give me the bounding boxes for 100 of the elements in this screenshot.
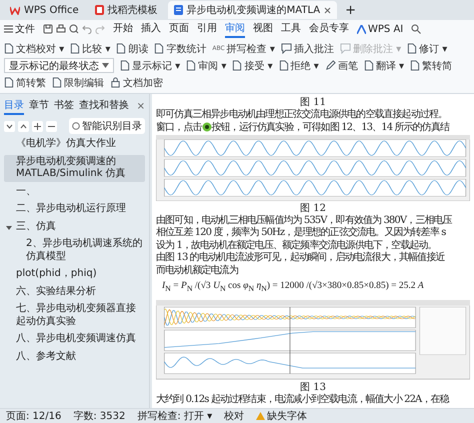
wps-ai-button[interactable]: WPS AI [368, 24, 404, 34]
circle-icon [72, 122, 80, 130]
close-icon[interactable] [324, 6, 332, 14]
remove-button[interactable] [46, 120, 57, 132]
paragraph-line: 窗口，点击 [156, 122, 202, 134]
menu-tab[interactable]: 插入 [141, 20, 161, 38]
ribbon-button[interactable]: 朗读 [116, 41, 148, 56]
collapse-button[interactable] [4, 120, 15, 132]
document-icon [174, 5, 183, 15]
document-icon [116, 43, 126, 54]
figure-caption: 图 11 [299, 96, 327, 108]
ribbon-button[interactable]: 简转繁 [4, 75, 46, 90]
document-icon [154, 43, 164, 54]
menu-tab[interactable]: 开始 [113, 20, 133, 38]
document-icon [52, 77, 62, 88]
new-tab-button[interactable]: + [341, 2, 360, 18]
missing-fonts-status[interactable]: 缺失字体 [267, 409, 308, 423]
ribbon-button[interactable]: 繁转简 [410, 58, 452, 73]
toc-item[interactable]: 异步电动机变频调速的 MATLAB/Simulink 仿真 [4, 154, 145, 182]
ribbon-button[interactable]: 翻译 ▾ [364, 58, 404, 73]
ribbon-button[interactable]: 限制编辑 [52, 75, 104, 90]
paragraph-line: 设为 1，故电动机在额定电压、额定频率交流电源供电下，空载起动。 [156, 240, 438, 252]
comment-icon [280, 43, 292, 54]
ribbon-button[interactable]: 显示标记 ▾ [120, 58, 180, 73]
formula: I$_{N}$ = P$_{N}$ /(√3 U$_{N}$ cos φ$_{N}$ η$_{N}$) = 12000 /(√3×380×0.85×0.85) = 25.2 A [161, 280, 424, 296]
document-icon [120, 60, 130, 71]
toc-item[interactable]: 六、实验结果分析 [4, 284, 145, 299]
dropdown-arrow-icon [102, 63, 109, 68]
template-icon [94, 5, 104, 15]
warning-icon [256, 412, 266, 420]
app-logo-icon [10, 6, 20, 14]
toc-item[interactable]: 八、异步电机变频调速仿真 [4, 332, 145, 346]
ribbon-button[interactable]: 接受 ▾ [232, 58, 273, 73]
chevron-down-icon [6, 124, 13, 128]
paragraph-line: 按钮，运行仿真实验，可得如图 12、13、14 所示的仿真结 [212, 122, 451, 134]
document-icon [186, 60, 196, 71]
ribbon-button[interactable]: 插入批注 [280, 41, 334, 56]
document-icon [410, 60, 420, 71]
document-tab[interactable]: 找稻壳模板 [88, 1, 164, 19]
expand-button[interactable] [18, 120, 29, 132]
document-icon [407, 43, 418, 54]
ribbon-button[interactable]: 修订 ▾ [407, 41, 448, 56]
paragraph-line: 由图 13 的电动机电流波形可见，起动瞬间，启动电流很大，其幅值接近 [156, 252, 446, 264]
toc-item[interactable]: 一、 [4, 184, 145, 199]
toc-item[interactable]: 八、参考文献 [4, 350, 145, 364]
toc-item[interactable]: 2、异步电动机调速系统的仿真模型 [4, 237, 145, 264]
paragraph-line: 而电动机额定电流为 [156, 264, 239, 278]
expand-arrow-icon[interactable] [6, 225, 12, 232]
menu-tab[interactable]: 会员专享 [309, 20, 349, 38]
status-item[interactable]: 页面: 12/16 [6, 409, 62, 423]
status-item[interactable]: 拼写检查: 打开 ▾ [137, 409, 212, 423]
add-button[interactable] [32, 120, 43, 132]
preview-icon[interactable] [69, 24, 79, 34]
toc-item[interactable]: 《电机学》仿真大作业 [4, 137, 145, 152]
comment-icon [340, 43, 351, 54]
status-item[interactable]: 校对 [224, 409, 244, 423]
document-tab[interactable]: WPS Office [4, 1, 85, 19]
document-icon [4, 43, 14, 54]
close-button[interactable]: × [136, 101, 145, 112]
ai-icon [357, 24, 366, 34]
ribbon-button[interactable]: 字数统计 [154, 41, 206, 56]
search-icon[interactable] [411, 24, 422, 34]
paragraph-line: 由图可知，电动机三相电压幅值均为 535V，即有效值为 380V，三相电压 [156, 214, 454, 226]
ribbon-button[interactable]: 文档加密 [110, 75, 163, 90]
panel-tab[interactable]: 章节 [29, 98, 49, 115]
toc-item[interactable]: plot(phid，phiq) [4, 267, 145, 282]
document-icon [232, 60, 242, 71]
paragraph-line: 相位互差 120 度，频率为 50Hz，是理想的正弦交流电。又因为转差率 s [156, 227, 447, 240]
paragraph-line: 即可仿真三相异步电动机由理想正弦交流电源供电的空载直接起动过程。 [156, 109, 448, 122]
file-menu[interactable]: 文件 [15, 22, 35, 36]
menu-tab[interactable]: 工具 [281, 20, 301, 38]
status-item[interactable]: 字数: 3532 [73, 409, 126, 423]
chevron-up-icon [20, 124, 27, 128]
menu-tab[interactable]: 引用 [197, 20, 217, 38]
menu-tab[interactable]: 页面 [169, 20, 189, 38]
panel-tab[interactable]: 目录 [4, 98, 24, 115]
plus-icon [34, 122, 41, 130]
save-icon[interactable] [43, 24, 53, 34]
ribbon-button[interactable]: 比较 ▾ [70, 41, 110, 56]
smart-toc-button[interactable]: 智能识别目录 [69, 118, 145, 134]
document-icon [70, 43, 80, 54]
print-icon[interactable] [56, 24, 66, 34]
ribbon-button[interactable]: 拒绝 ▾ [278, 58, 319, 73]
paragraph-line: 大约到 0.12s 起动过程结束，电流减小到空载电流，幅值大小 22A，在稳 [156, 394, 450, 406]
document-icon [278, 60, 289, 71]
menu-icon[interactable] [4, 25, 13, 33]
toc-item[interactable]: 二、异步电动机运行原理 [4, 202, 145, 216]
ribbon-button[interactable]: 画笔 [324, 58, 358, 73]
ribbon-button[interactable]: 文档校对 ▾ [4, 41, 64, 56]
display-mode-select[interactable]: 显示标记的最终状态 [4, 58, 114, 73]
toc-item[interactable]: 三、仿真 [4, 220, 145, 234]
ribbon-button[interactable]: 审阅 ▾ [186, 58, 226, 73]
toc-item[interactable]: 七、异步电动机变频器直接起动仿真实验 [4, 302, 145, 329]
figure-caption: 图 12 [299, 202, 327, 214]
panel-tab[interactable]: 查找和替换 [79, 98, 129, 115]
panel-tab[interactable]: 书签 [54, 98, 74, 115]
lock-icon [110, 77, 121, 88]
document-tab[interactable]: 异步电动机变频调速的MATLA [168, 1, 338, 19]
run-button-icon [202, 122, 212, 132]
menu-tab[interactable]: 视图 [253, 20, 273, 38]
